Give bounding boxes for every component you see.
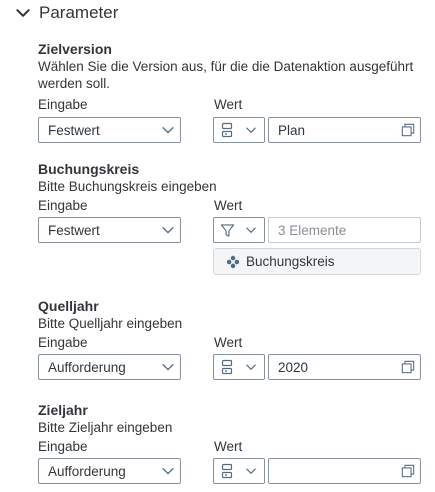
input-type-select[interactable]: Aufforderung bbox=[38, 354, 181, 380]
parameter-zieljahr: Zieljahr Bitte Zieljahr eingeben Eingabe… bbox=[38, 401, 428, 484]
chevron-down-icon[interactable] bbox=[14, 4, 32, 22]
chevron-down-icon[interactable] bbox=[240, 224, 262, 236]
chevron-down-icon[interactable] bbox=[156, 223, 180, 237]
value-label: Wert bbox=[214, 335, 243, 350]
value-field[interactable]: Plan bbox=[268, 117, 421, 143]
value-field[interactable] bbox=[268, 458, 421, 484]
parameter-description: Bitte Quelljahr eingeben bbox=[38, 316, 183, 331]
parameter-description: Wählen Sie die Version aus, für die die … bbox=[38, 59, 414, 91]
copy-icon[interactable] bbox=[396, 464, 420, 478]
parameter-description: Bitte Zieljahr eingeben bbox=[38, 420, 173, 435]
input-label: Eingabe bbox=[38, 335, 88, 350]
parameter-quelljahr: Quelljahr Bitte Quelljahr eingeben Einga… bbox=[38, 297, 428, 380]
member-list-icon bbox=[214, 122, 240, 138]
value-text: 3 Elemente bbox=[278, 222, 347, 238]
input-type-value: Aufforderung bbox=[48, 463, 126, 479]
value-label: Wert bbox=[214, 97, 243, 112]
input-label: Eingabe bbox=[38, 439, 88, 454]
chevron-down-icon[interactable] bbox=[156, 123, 180, 137]
copy-icon[interactable] bbox=[396, 123, 420, 137]
section-title: Parameter bbox=[39, 3, 119, 22]
input-type-select[interactable]: Aufforderung bbox=[38, 458, 181, 484]
input-type-value: Festwert bbox=[48, 122, 100, 138]
parameter-title: Zieljahr bbox=[38, 402, 88, 418]
chevron-down-icon[interactable] bbox=[156, 464, 180, 478]
parameter-title: Quelljahr bbox=[38, 298, 99, 314]
value-field[interactable]: 3 Elemente bbox=[268, 217, 421, 243]
value-label: Wert bbox=[214, 439, 243, 454]
parameter-header[interactable]: Parameter bbox=[14, 1, 118, 25]
chevron-down-icon[interactable] bbox=[156, 360, 180, 374]
member-list-icon bbox=[214, 359, 240, 375]
value-type-select[interactable] bbox=[213, 217, 265, 243]
chevron-down-icon[interactable] bbox=[240, 465, 262, 477]
value-type-select[interactable] bbox=[213, 458, 265, 484]
input-type-value: Festwert bbox=[48, 222, 100, 238]
filter-icon bbox=[214, 223, 240, 238]
value-field[interactable]: 2020 bbox=[268, 354, 421, 380]
input-type-value: Aufforderung bbox=[48, 359, 126, 375]
dimension-icon bbox=[220, 255, 246, 269]
select-members-label: Buchungskreis bbox=[246, 254, 335, 269]
input-label: Eingabe bbox=[38, 198, 88, 213]
member-list-icon bbox=[214, 463, 240, 479]
value-text: Plan bbox=[278, 122, 306, 138]
input-type-select[interactable]: Festwert bbox=[38, 217, 181, 243]
parameter-buchungskreis: Buchungskreis Bitte Buchungskreis eingeb… bbox=[38, 160, 428, 275]
value-label: Wert bbox=[214, 198, 243, 213]
value-type-select[interactable] bbox=[213, 354, 265, 380]
parameter-description: Bitte Buchungskreis eingeben bbox=[38, 179, 217, 194]
parameter-title: Zielversion bbox=[38, 41, 112, 57]
select-members-button[interactable]: Buchungskreis bbox=[213, 248, 421, 275]
input-type-select[interactable]: Festwert bbox=[38, 117, 181, 143]
chevron-down-icon[interactable] bbox=[240, 361, 262, 373]
parameter-title: Buchungskreis bbox=[38, 161, 140, 177]
input-label: Eingabe bbox=[38, 97, 88, 112]
value-text: 2020 bbox=[278, 359, 309, 375]
chevron-down-icon[interactable] bbox=[240, 124, 262, 136]
value-type-select[interactable] bbox=[213, 117, 265, 143]
parameter-zielversion: Zielversion Wählen Sie die Version aus, … bbox=[38, 40, 428, 143]
copy-icon[interactable] bbox=[396, 360, 420, 374]
